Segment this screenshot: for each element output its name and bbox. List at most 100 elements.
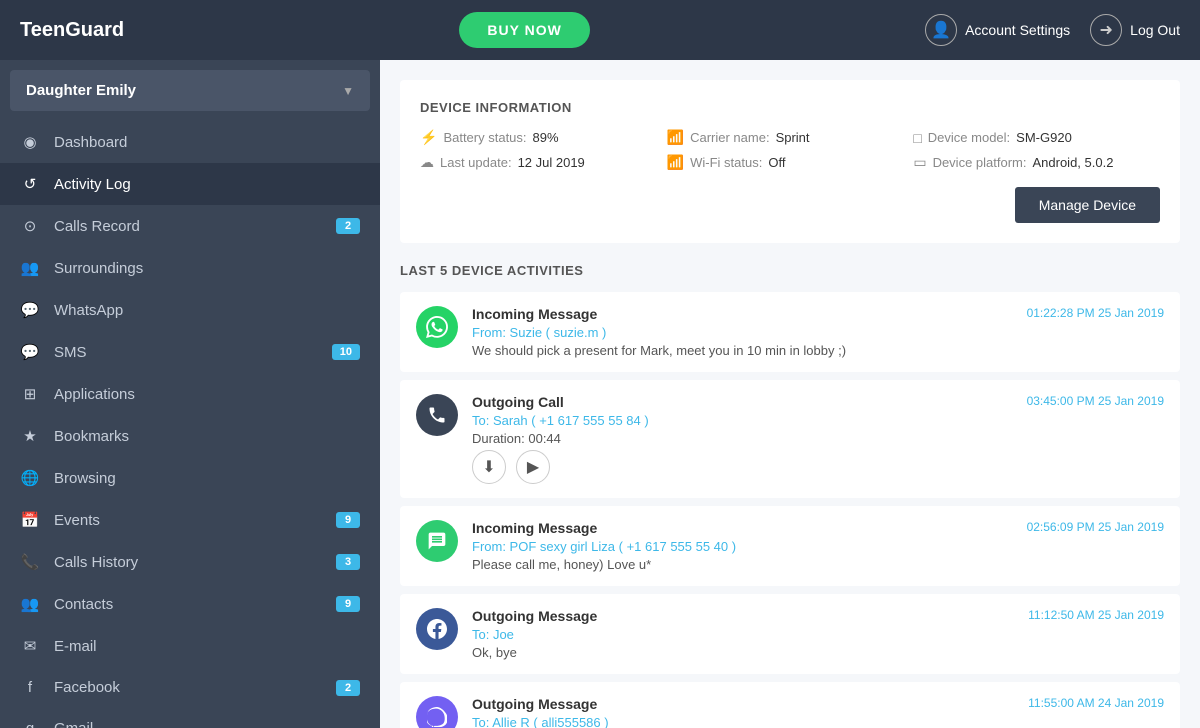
sidebar-item-gmail[interactable]: g Gmail [0,708,380,728]
activity-source-icon-3 [416,608,458,650]
nav-label-events: Events [54,512,322,529]
activity-content-4: Outgoing Message 11:55:00 AM 24 Jan 2019… [472,696,1164,728]
header: TeenGuard BUY NOW 👤 Account Settings ➜ L… [0,0,1200,60]
badge-calls-history: 3 [336,554,360,570]
account-settings-button[interactable]: 👤 Account Settings [925,14,1070,46]
activity-message-0: We should pick a present for Mark, meet … [472,343,1164,358]
nav-icon-activity-log: ↺ [20,175,40,193]
activity-time-2: 02:56:09 PM 25 Jan 2019 [1027,520,1164,534]
model-value: SM-G920 [1016,130,1072,145]
badge-facebook: 2 [336,680,360,696]
activity-message-1: Duration: 00:44 [472,431,1164,446]
sidebar-item-email[interactable]: ✉ E-mail [0,625,380,667]
activity-item-1: Outgoing Call 03:45:00 PM 25 Jan 2019 To… [400,380,1180,498]
nav-label-whatsapp: WhatsApp [54,302,360,319]
activity-header-3: Outgoing Message 11:12:50 AM 25 Jan 2019 [472,608,1164,624]
nav-icon-calls-record: ⊙ [20,217,40,235]
nav-label-bookmarks: Bookmarks [54,428,360,445]
logo-prefix: Teen [20,19,65,41]
device-info-card: DEVICE INFORMATION ⚡ Battery status: 89%… [400,80,1180,243]
sidebar-item-applications[interactable]: ⊞ Applications [0,373,380,415]
device-selector[interactable]: Daughter Emily ▼ [10,70,370,111]
activity-type-2: Incoming Message [472,520,597,536]
nav-label-sms: SMS [54,344,318,361]
manage-device-button[interactable]: Manage Device [1015,187,1160,223]
nav-label-email: E-mail [54,638,360,655]
activities-section: LAST 5 DEVICE ACTIVITIES Incoming Messag… [400,263,1180,728]
sidebar-item-calls-history[interactable]: 📞 Calls History 3 [0,541,380,583]
activity-content-0: Incoming Message 01:22:28 PM 25 Jan 2019… [472,306,1164,358]
activity-header-4: Outgoing Message 11:55:00 AM 24 Jan 2019 [472,696,1164,712]
download-call-icon[interactable]: ⬇ [472,450,506,484]
activity-time-4: 11:55:00 AM 24 Jan 2019 [1028,696,1164,710]
account-icon: 👤 [925,14,957,46]
activity-type-4: Outgoing Message [472,696,597,712]
account-settings-label: Account Settings [965,22,1070,38]
model-label: Device model: [928,130,1010,145]
sidebar-item-dashboard[interactable]: ◉ Dashboard [0,121,380,163]
sidebar-item-calls-record[interactable]: ⊙ Calls Record 2 [0,205,380,247]
nav-label-browsing: Browsing [54,470,360,487]
sidebar-item-browsing[interactable]: 🌐 Browsing [0,457,380,499]
device-info-title: DEVICE INFORMATION [420,100,1160,115]
sidebar-item-contacts[interactable]: 👥 Contacts 9 [0,583,380,625]
badge-calls-record: 2 [336,218,360,234]
nav-icon-calls-history: 📞 [20,553,40,571]
nav-label-facebook: Facebook [54,679,322,696]
badge-contacts: 9 [336,596,360,612]
activity-type-1: Outgoing Call [472,394,564,410]
badge-sms: 10 [332,344,360,360]
wifi-info: 📶 Wi-Fi status: Off [667,154,914,171]
activities-list: Incoming Message 01:22:28 PM 25 Jan 2019… [400,292,1180,728]
sidebar-item-events[interactable]: 📅 Events 9 [0,499,380,541]
activity-message-3: Ok, bye [472,645,1164,660]
battery-label: Battery status: [443,130,526,145]
activities-title: LAST 5 DEVICE ACTIVITIES [400,263,1180,278]
carrier-value: Sprint [776,130,810,145]
log-out-label: Log Out [1130,22,1180,38]
activity-header-0: Incoming Message 01:22:28 PM 25 Jan 2019 [472,306,1164,322]
activity-time-0: 01:22:28 PM 25 Jan 2019 [1027,306,1164,320]
sidebar-item-activity-log[interactable]: ↺ Activity Log [0,163,380,205]
platform-icon: ▭ [913,154,926,171]
buy-now-button[interactable]: BUY NOW [459,12,589,48]
nav-icon-contacts: 👥 [20,595,40,613]
device-selector-label: Daughter Emily [26,82,136,99]
sidebar-item-sms[interactable]: 💬 SMS 10 [0,331,380,373]
activity-header-1: Outgoing Call 03:45:00 PM 25 Jan 2019 [472,394,1164,410]
nav-icon-gmail: g [20,720,40,728]
activity-time-3: 11:12:50 AM 25 Jan 2019 [1028,608,1164,622]
sidebar-item-facebook[interactable]: f Facebook 2 [0,667,380,708]
sidebar-item-whatsapp[interactable]: 💬 WhatsApp [0,289,380,331]
activity-content-2: Incoming Message 02:56:09 PM 25 Jan 2019… [472,520,1164,572]
play-call-icon[interactable]: ▶ [516,450,550,484]
nav-icon-email: ✉ [20,637,40,655]
chevron-down-icon: ▼ [342,84,354,98]
main-content: DEVICE INFORMATION ⚡ Battery status: 89%… [380,60,1200,728]
activity-from-0: From: Suzie ( suzie.m ) [472,325,1164,340]
activity-source-icon-1 [416,394,458,436]
logo: TeenGuard [20,19,124,42]
nav-label-calls-history: Calls History [54,554,322,571]
nav-label-gmail: Gmail [54,720,360,728]
update-label: Last update: [440,155,512,170]
activity-source-icon-4 [416,696,458,728]
nav-icon-sms: 💬 [20,343,40,361]
sidebar-item-bookmarks[interactable]: ★ Bookmarks [0,415,380,457]
update-icon: ☁ [420,154,434,171]
model-icon: □ [913,130,921,146]
activity-from-4: To: Allie R ( alli555586 ) [472,715,1164,728]
sidebar-item-surroundings[interactable]: 👥 Surroundings [0,247,380,289]
update-value: 12 Jul 2019 [518,155,585,170]
activity-header-2: Incoming Message 02:56:09 PM 25 Jan 2019 [472,520,1164,536]
platform-value: Android, 5.0.2 [1032,155,1113,170]
nav-label-calls-record: Calls Record [54,218,322,235]
activity-source-icon-2 [416,520,458,562]
nav-label-dashboard: Dashboard [54,134,360,151]
nav-label-applications: Applications [54,386,360,403]
platform-info: ▭ Device platform: Android, 5.0.2 [913,154,1160,171]
log-out-button[interactable]: ➜ Log Out [1090,14,1180,46]
activity-type-3: Outgoing Message [472,608,597,624]
battery-value: 89% [533,130,559,145]
nav-icon-applications: ⊞ [20,385,40,403]
